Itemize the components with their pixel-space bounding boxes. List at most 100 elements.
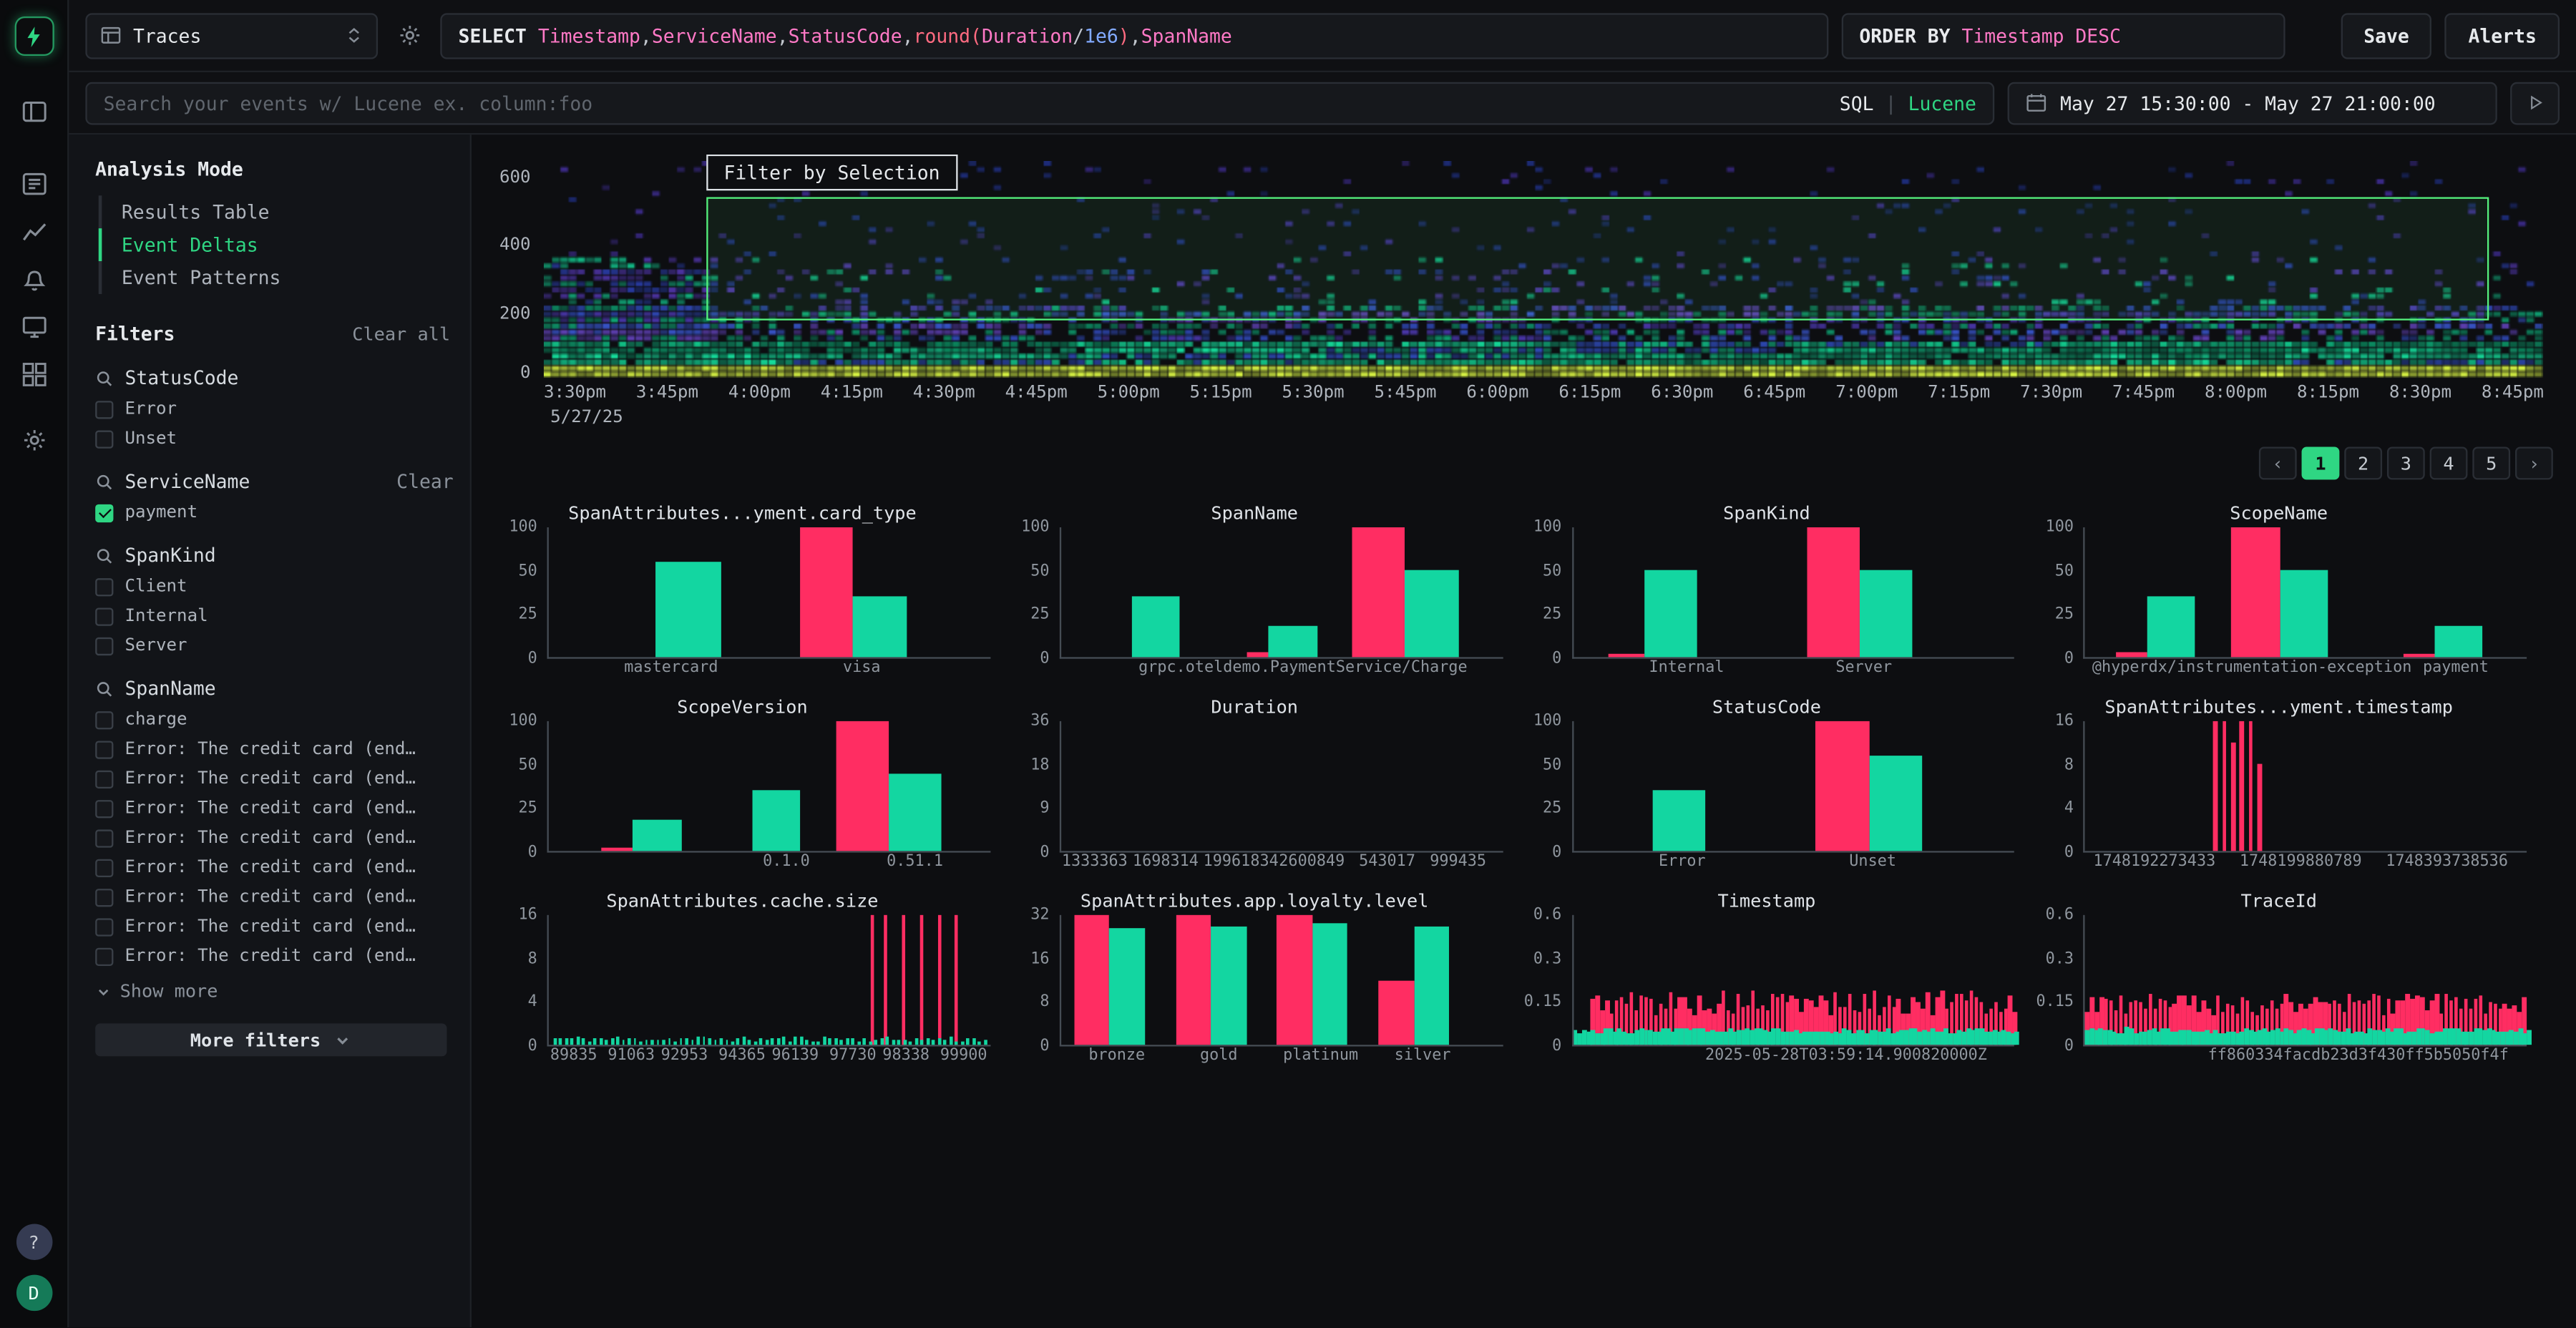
mini-chart-plot[interactable] <box>1571 527 2014 659</box>
pagination-page-3[interactable]: 3 <box>2387 446 2425 479</box>
sessions-monitor-icon[interactable] <box>21 314 47 341</box>
heatmap-plot[interactable]: Filter by Selection <box>544 161 2543 378</box>
filter-option[interactable]: Unset <box>95 429 454 449</box>
analysis-mode-event-patterns[interactable]: Event Patterns <box>99 261 454 294</box>
checkbox[interactable] <box>95 740 113 758</box>
language-toggle-sql[interactable]: SQL <box>1840 91 1874 114</box>
language-toggle-lucene[interactable]: Lucene <box>1908 91 1976 114</box>
pagination-next[interactable]: › <box>2515 446 2553 479</box>
dashboards-grid-icon[interactable] <box>21 361 47 388</box>
date-range-picker[interactable]: May 27 15:30:00 - May 27 21:00:00 <box>2008 82 2497 125</box>
filter-option[interactable]: Internal <box>95 606 454 626</box>
pagination-page-1[interactable]: 1 <box>2302 446 2340 479</box>
mini-chart-plot[interactable] <box>547 527 990 659</box>
chart-bar <box>897 1039 900 1045</box>
filter-option[interactable]: charge <box>95 710 454 730</box>
panel-toggle-icon[interactable] <box>21 99 47 125</box>
mini-chart-plot[interactable] <box>1571 721 2014 853</box>
filter-option[interactable]: Client <box>95 577 454 597</box>
search-input[interactable]: Search your events w/ Lucene ex. column:… <box>85 82 1994 125</box>
chart-bar <box>884 915 888 1045</box>
search-icon <box>95 472 113 490</box>
chart-bar <box>605 1039 608 1045</box>
checkbox[interactable] <box>95 770 113 788</box>
x-tick-label: 98338 <box>882 1046 930 1064</box>
heatmap-selection[interactable] <box>706 197 2489 321</box>
y-tick-label: 400 <box>499 235 531 255</box>
live-tail-button[interactable] <box>2510 82 2560 125</box>
checkbox[interactable] <box>95 429 113 447</box>
checkbox[interactable] <box>95 577 113 595</box>
mini-chart-plot[interactable] <box>2084 721 2527 853</box>
filter-option[interactable]: Error <box>95 399 454 419</box>
checkbox[interactable] <box>95 637 113 655</box>
heatmap-date-label: 5/27/25 <box>550 407 2543 427</box>
mini-chart-plot[interactable] <box>2084 527 2527 659</box>
settings-gear-icon[interactable] <box>21 427 47 454</box>
mini-chart-plot[interactable] <box>1571 915 2014 1047</box>
filter-option[interactable]: Error: The credit card (end… <box>95 828 454 848</box>
pagination-page-5[interactable]: 5 <box>2472 446 2510 479</box>
show-more-toggle[interactable]: Show more <box>95 981 454 1002</box>
chart-bar <box>914 1038 917 1045</box>
alerts-button[interactable]: Alerts <box>2445 12 2560 58</box>
filter-clear-link[interactable]: Clear <box>396 470 453 493</box>
filter-option[interactable]: Error: The credit card (end… <box>95 857 454 877</box>
x-tick-label: 3:45pm <box>636 383 698 403</box>
user-avatar[interactable]: D <box>16 1275 52 1312</box>
checkbox[interactable] <box>95 917 113 935</box>
source-settings-gear-icon[interactable] <box>391 17 427 54</box>
mini-chart-plot[interactable] <box>1059 915 1502 1047</box>
filter-option[interactable]: Error: The credit card (end… <box>95 917 454 937</box>
checkbox[interactable] <box>95 947 113 965</box>
filter-option[interactable]: Error: The credit card (end… <box>95 768 454 788</box>
checkbox[interactable] <box>95 859 113 877</box>
help-button[interactable]: ? <box>16 1224 52 1260</box>
checkbox[interactable] <box>95 711 113 728</box>
sql-select-input[interactable]: SELECT Timestamp,ServiceName,StatusCode,… <box>440 12 1828 58</box>
chart-bar <box>960 1041 963 1045</box>
pagination-prev[interactable]: ‹ <box>2259 446 2297 479</box>
mini-chart-plot[interactable] <box>2084 915 2527 1047</box>
x-tick-label: 91063 <box>608 1046 655 1064</box>
checkbox[interactable] <box>95 504 113 522</box>
chart-explorer-icon[interactable] <box>21 218 47 245</box>
checkbox[interactable] <box>95 400 113 418</box>
mini-chart-plot[interactable] <box>547 721 990 853</box>
mini-chart-plot[interactable] <box>1059 721 1502 853</box>
search-logs-icon[interactable] <box>21 171 47 197</box>
checkbox[interactable] <box>95 799 113 817</box>
filter-option[interactable]: Server <box>95 636 454 656</box>
filter-by-selection-tooltip[interactable]: Filter by Selection <box>706 155 958 191</box>
checkbox[interactable] <box>95 829 113 846</box>
chart-bar <box>2222 721 2226 851</box>
save-button[interactable]: Save <box>2341 12 2432 58</box>
order-by-input[interactable]: ORDER BY Timestamp DESC <box>1841 12 2285 58</box>
source-select[interactable]: Traces <box>85 12 378 58</box>
alerts-bell-icon[interactable] <box>21 266 47 293</box>
mini-chart-plot[interactable] <box>1059 527 1502 659</box>
chart-bar <box>937 1038 940 1045</box>
hyperdx-logo[interactable] <box>14 16 54 56</box>
pagination-page-4[interactable]: 4 <box>2430 446 2468 479</box>
x-tick-label: 999435 <box>1430 853 1486 871</box>
filter-option-label: Internal <box>125 606 208 626</box>
pagination-page-2[interactable]: 2 <box>2344 446 2382 479</box>
x-tick-label: 3:30pm <box>544 383 606 403</box>
code-token: ) <box>1118 24 1130 47</box>
analysis-mode-results-table[interactable]: Results Table <box>99 195 454 228</box>
nav-rail: ? D <box>0 0 69 1327</box>
clear-all-filters-link[interactable]: Clear all <box>352 323 450 344</box>
more-filters-button[interactable]: More filters <box>95 1023 447 1056</box>
mini-chart-plot[interactable] <box>547 915 990 1047</box>
filter-option[interactable]: Error: The credit card (end… <box>95 739 454 759</box>
y-tick-label: 25 <box>2055 606 2074 624</box>
analysis-mode-event-deltas[interactable]: Event Deltas <box>99 228 454 261</box>
checkbox[interactable] <box>95 607 113 625</box>
filter-option[interactable]: Error: The credit card (end… <box>95 887 454 907</box>
filter-option[interactable]: Error: The credit card (end… <box>95 799 454 819</box>
checkbox[interactable] <box>95 888 113 906</box>
filter-option[interactable]: payment <box>95 503 454 523</box>
filter-option[interactable]: Error: The credit card (end… <box>95 946 454 966</box>
mini-chart: SpanAttributes.app.loyalty.level081632br… <box>1007 890 1503 1068</box>
